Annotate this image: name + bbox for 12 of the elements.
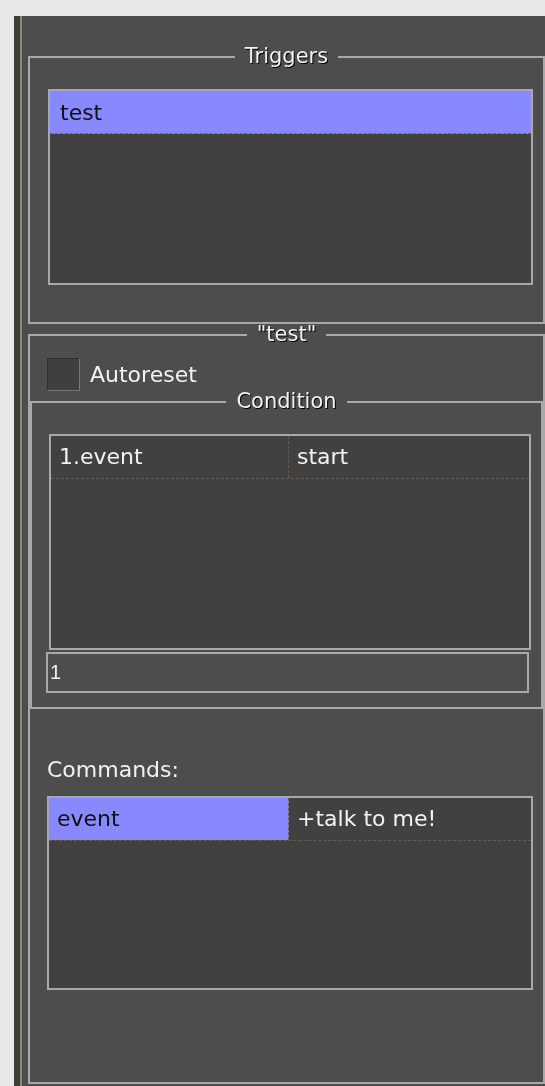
list-item[interactable]: test xyxy=(50,91,531,134)
table-cell[interactable]: +talk to me! xyxy=(289,798,437,840)
checkbox[interactable] xyxy=(47,358,80,391)
group-title: Condition xyxy=(235,391,338,412)
group-title: "test" xyxy=(255,324,318,345)
input-field[interactable]: 1 xyxy=(46,652,529,693)
section-label: Commands: xyxy=(47,756,179,784)
checkbox-label: Autoreset xyxy=(90,361,197,389)
table-cell[interactable]: 1.event xyxy=(51,436,289,478)
table-cell[interactable]: event xyxy=(49,798,289,840)
table-cell[interactable]: start xyxy=(289,436,349,478)
group-title: Triggers xyxy=(243,46,330,67)
